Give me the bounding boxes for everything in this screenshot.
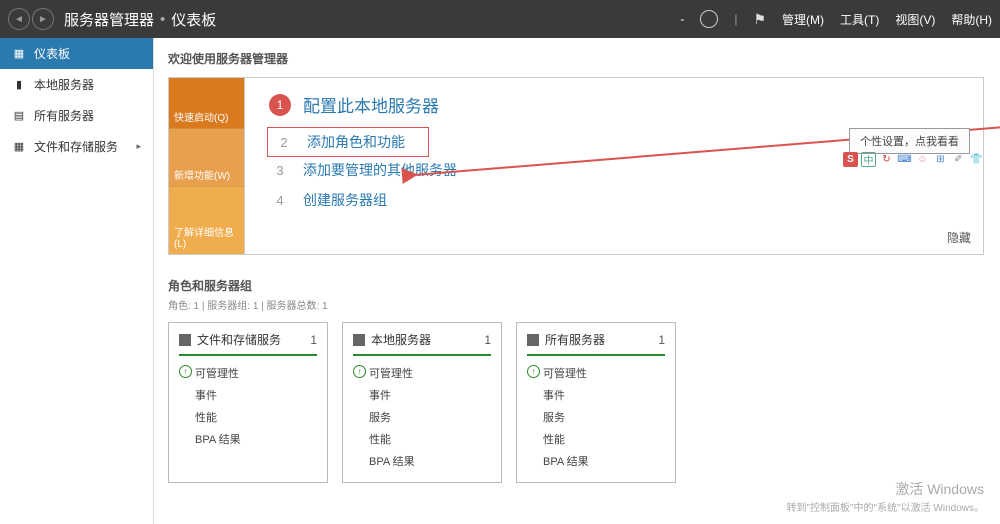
- metric-performance[interactable]: 性能: [353, 428, 491, 450]
- nav-forward-button[interactable]: ►: [32, 8, 54, 30]
- metric-events[interactable]: 事件: [527, 384, 665, 406]
- storage-icon: ▦: [12, 140, 26, 153]
- task-number: 3: [269, 159, 291, 181]
- sidebar-item-label: 文件和存储服务: [34, 138, 118, 155]
- welcome-heading: 欢迎使用服务器管理器: [168, 50, 984, 67]
- card-count: 1: [310, 333, 317, 347]
- refresh-icon[interactable]: [700, 10, 718, 28]
- metric-bpa[interactable]: BPA 结果: [527, 450, 665, 472]
- metric-bpa[interactable]: BPA 结果: [179, 428, 317, 450]
- tab-label: 新增功能(W): [174, 167, 230, 182]
- menu-manage[interactable]: 管理(M): [782, 11, 824, 28]
- menu-view[interactable]: 视图(V): [895, 11, 935, 28]
- sidebar-item-label: 所有服务器: [34, 107, 94, 124]
- metric-bpa[interactable]: BPA 结果: [353, 450, 491, 472]
- server-icon: ▮: [12, 78, 26, 91]
- app-header: ◄ ► 服务器管理器 • 仪表板 - | ⚑ 管理(M) 工具(T) 视图(V)…: [0, 0, 1000, 38]
- sidebar-item-label: 本地服务器: [34, 76, 94, 93]
- card-header[interactable]: 文件和存储服务 1: [179, 331, 317, 356]
- sidebar-item-file-storage[interactable]: ▦ 文件和存储服务 ▸: [0, 131, 153, 162]
- metric-services[interactable]: 服务: [353, 406, 491, 428]
- breadcrumb-page: 仪表板: [171, 9, 216, 30]
- separator: |: [734, 12, 737, 26]
- tab-whatsnew[interactable]: 新增功能(W): [169, 128, 245, 186]
- tab-label: 了解详细信息(L): [174, 224, 239, 250]
- card-header[interactable]: 本地服务器 1: [353, 331, 491, 356]
- ime-refresh-icon[interactable]: ↻: [879, 152, 894, 167]
- sidebar-item-local-server[interactable]: ▮ 本地服务器: [0, 69, 153, 100]
- tooltip-text: 个性设置，点我看看: [860, 136, 959, 148]
- metric-manageability[interactable]: 可管理性: [179, 362, 317, 384]
- card-count: 1: [484, 333, 491, 347]
- tab-quickstart[interactable]: 快速启动(Q): [169, 78, 245, 128]
- breadcrumb: 服务器管理器 • 仪表板: [64, 9, 216, 30]
- card-title: 文件和存储服务: [197, 331, 281, 348]
- tab-label: 快速启动(Q): [174, 109, 228, 124]
- hide-link[interactable]: 隐藏: [947, 229, 971, 246]
- task-link[interactable]: 创建服务器组: [303, 190, 387, 210]
- task-create-group: 4 创建服务器组: [269, 185, 963, 215]
- ime-toolbar: S 中 ↻ ⌨ ☺ ⊞ ✐ 👕: [843, 152, 984, 167]
- task-number-badge: 1: [269, 94, 291, 116]
- tab-learnmore[interactable]: 了解详细信息(L): [169, 186, 245, 254]
- card-all-servers: 所有服务器 1 可管理性 事件 服务 性能 BPA 结果: [516, 322, 676, 483]
- card-title: 本地服务器: [371, 331, 431, 348]
- servers-icon: [527, 334, 539, 346]
- watermark-subtitle: 转到"控制面板"中的"系统"以激活 Windows。: [786, 499, 984, 514]
- task-add-roles: 2 添加角色和功能: [269, 129, 427, 155]
- metric-services[interactable]: 服务: [527, 406, 665, 428]
- servers-icon: ▤: [12, 109, 26, 122]
- ime-keyboard-icon[interactable]: ⌨: [897, 152, 912, 167]
- watermark-title: 激活 Windows: [786, 479, 984, 499]
- sidebar-item-all-servers[interactable]: ▤ 所有服务器: [0, 100, 153, 131]
- ime-grid-icon[interactable]: ⊞: [933, 152, 948, 167]
- ime-emoji-icon[interactable]: ☺: [915, 152, 930, 167]
- metric-events[interactable]: 事件: [353, 384, 491, 406]
- task-number: 2: [273, 131, 295, 153]
- dash-icon: -: [680, 12, 684, 26]
- menu-help[interactable]: 帮助(H): [951, 11, 992, 28]
- metric-manageability[interactable]: 可管理性: [527, 362, 665, 384]
- card-header[interactable]: 所有服务器 1: [527, 331, 665, 356]
- menu-tools[interactable]: 工具(T): [840, 11, 879, 28]
- header-actions: - | ⚑ 管理(M) 工具(T) 视图(V) 帮助(H): [680, 10, 992, 28]
- ime-skin-icon[interactable]: 👕: [969, 152, 984, 167]
- task-link[interactable]: 配置此本地服务器: [303, 92, 439, 117]
- personalize-tooltip[interactable]: 个性设置，点我看看: [849, 128, 970, 154]
- server-group-cards: 文件和存储服务 1 可管理性 事件 性能 BPA 结果 本地服务器 1 可管理性…: [168, 322, 984, 483]
- task-number: 4: [269, 189, 291, 211]
- sidebar-item-dashboard[interactable]: ▦ 仪表板: [0, 38, 153, 69]
- card-local-server: 本地服务器 1 可管理性 事件 服务 性能 BPA 结果: [342, 322, 502, 483]
- breadcrumb-app[interactable]: 服务器管理器: [64, 9, 154, 30]
- server-icon: [353, 334, 365, 346]
- nav-back-button[interactable]: ◄: [8, 8, 30, 30]
- metric-performance[interactable]: 性能: [179, 406, 317, 428]
- notifications-flag-icon[interactable]: ⚑: [753, 11, 766, 28]
- card-file-storage: 文件和存储服务 1 可管理性 事件 性能 BPA 结果: [168, 322, 328, 483]
- main-content: 欢迎使用服务器管理器 快速启动(Q) 新增功能(W) 了解详细信息(L) 1 配…: [154, 38, 1000, 524]
- metric-events[interactable]: 事件: [179, 384, 317, 406]
- task-link[interactable]: 添加要管理的其他服务器: [303, 160, 457, 180]
- sidebar: ▦ 仪表板 ▮ 本地服务器 ▤ 所有服务器 ▦ 文件和存储服务 ▸: [0, 38, 154, 524]
- sidebar-item-label: 仪表板: [34, 45, 70, 62]
- task-link[interactable]: 添加角色和功能: [307, 132, 405, 152]
- metric-performance[interactable]: 性能: [527, 428, 665, 450]
- card-count: 1: [658, 333, 665, 347]
- storage-icon: [179, 334, 191, 346]
- card-title: 所有服务器: [545, 331, 605, 348]
- panel-tabs: 快速启动(Q) 新增功能(W) 了解详细信息(L): [169, 78, 245, 254]
- breadcrumb-separator-icon: •: [160, 11, 165, 28]
- groups-heading: 角色和服务器组: [168, 277, 984, 294]
- ime-pen-icon[interactable]: ✐: [951, 152, 966, 167]
- ime-logo-icon[interactable]: S: [843, 152, 858, 167]
- windows-activation-watermark: 激活 Windows 转到"控制面板"中的"系统"以激活 Windows。: [786, 479, 984, 514]
- dashboard-icon: ▦: [12, 47, 26, 60]
- metric-manageability[interactable]: 可管理性: [353, 362, 491, 384]
- chevron-right-icon: ▸: [136, 141, 141, 152]
- groups-subheading: 角色: 1 | 服务器组: 1 | 服务器总数: 1: [168, 297, 984, 312]
- nav-arrows: ◄ ►: [8, 8, 54, 30]
- ime-lang-icon[interactable]: 中: [861, 152, 876, 167]
- task-configure-server: 1 配置此本地服务器: [269, 88, 963, 121]
